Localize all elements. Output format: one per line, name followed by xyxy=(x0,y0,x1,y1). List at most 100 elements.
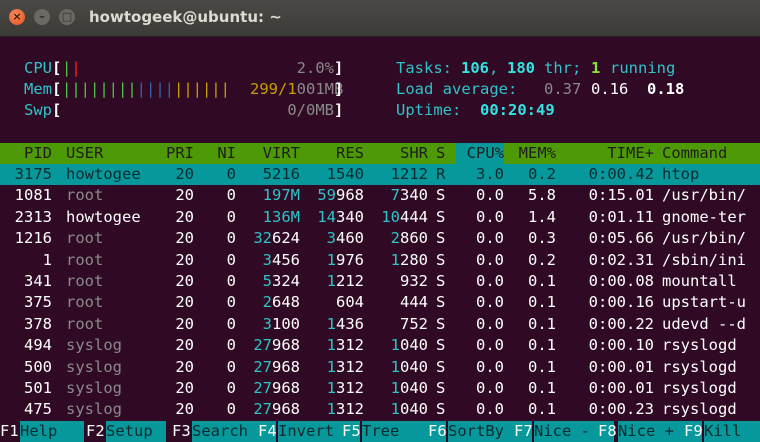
process-row[interactable]: 475 syslog 20 0 27968 1312 1040 S 0.0 0.1 0:00.23 r… xyxy=(0,399,760,420)
process-mem: 0.3 xyxy=(528,229,556,248)
process-mem: 0.1 xyxy=(528,314,556,333)
process-time: 0:15.01 xyxy=(588,186,654,205)
process-row[interactable]: 378 root 20 0 3100 1436 752 S 0.0 0.1 0:00.22 udevd… xyxy=(0,314,760,335)
column-header-ni[interactable]: NI xyxy=(200,143,236,164)
process-row[interactable]: 341 root 20 0 5324 1212 932 S 0.0 0.1 0:00.08 mount… xyxy=(0,271,760,292)
process-row[interactable]: 500 syslog 20 0 27968 1312 1040 S 0.0 0.1 0:00.01 r… xyxy=(0,357,760,378)
process-shr: 1040 xyxy=(390,336,428,355)
process-shr: 444 xyxy=(400,293,428,312)
process-time: 0:00.01 xyxy=(588,357,654,376)
process-ni: 0 xyxy=(226,207,236,226)
column-header-cmd[interactable]: Command xyxy=(662,143,760,164)
process-pri: 20 xyxy=(175,314,194,333)
terminal-window: × – □ howtogeek@ubuntu: ~ CPU [ || 2.0% … xyxy=(0,0,760,442)
process-cpu: 0.0 xyxy=(476,314,504,333)
close-button[interactable]: × xyxy=(9,9,25,25)
process-shr: 932 xyxy=(400,272,428,290)
process-pid: 1 xyxy=(42,250,52,269)
column-header-virt[interactable]: VIRT xyxy=(240,143,300,164)
minimize-icon: – xyxy=(39,10,45,23)
maximize-button[interactable]: □ xyxy=(59,9,75,25)
process-pri: 20 xyxy=(175,293,194,312)
fkey-label-f2[interactable]: Setup xyxy=(106,421,166,442)
fkey-f8[interactable]: F8 xyxy=(598,421,617,442)
process-mem: 0.2 xyxy=(528,250,556,269)
minimize-button[interactable]: – xyxy=(34,9,50,25)
process-pri: 20 xyxy=(175,379,194,397)
process-row[interactable]: 1216 root 20 0 32624 3460 2860 S 0.0 0.3 0:05.66/u… xyxy=(0,228,760,249)
column-header-res[interactable]: RES xyxy=(300,143,364,164)
process-mem: 0.1 xyxy=(528,400,556,419)
process-row[interactable]: 1 root 20 0 3456 1976 1280 S 0.0 0.2 0:02.31/sbin/… xyxy=(0,250,760,271)
process-res: 3460 xyxy=(326,229,364,248)
window-title: howtogeek@ubuntu: ~ xyxy=(89,8,282,26)
process-res: 1976 xyxy=(326,250,364,269)
process-virt: 27968 xyxy=(253,379,300,397)
process-pid: 1081 xyxy=(14,186,52,205)
process-row[interactable]: 1081 root 20 0 197M 59968 7340 S 0.0 5.8 0:15.01/u… xyxy=(0,185,760,206)
column-header-mem[interactable]: MEM% xyxy=(512,143,556,164)
function-key-bar: F1 Help F2 Setup F3 Search F4 Invert F5 Tree F6 Sor… xyxy=(0,421,760,442)
process-pid: 500 xyxy=(24,357,52,376)
process-row[interactable]: 3175 howtogee 20 0 5216 1540 1212 R 3.0 0.2 0:00.4… xyxy=(0,164,760,185)
process-row[interactable]: 2313 howtogee 20 0 136M 14340 10444 S 0.0 1.4 0:01… xyxy=(0,207,760,228)
process-res: 14340 xyxy=(317,207,364,226)
process-pid: 2313 xyxy=(14,207,52,226)
fkey-label-f9[interactable]: Kill xyxy=(704,421,760,442)
process-pid: 3175 xyxy=(14,165,52,183)
fkey-f4[interactable]: F4 xyxy=(258,421,277,442)
process-shr: 752 xyxy=(400,314,428,333)
mem-label: Mem xyxy=(24,80,52,98)
process-cpu: 0.0 xyxy=(476,272,504,290)
column-header: PID USER PRI NI VIRT RES SHR S CPU% MEM% TIME+ Comm… xyxy=(0,143,760,164)
process-virt: 197M xyxy=(262,186,300,205)
column-header-shr[interactable]: SHR xyxy=(360,143,428,164)
fkey-f9[interactable]: F9 xyxy=(684,421,703,442)
process-cpu: 0.0 xyxy=(476,293,504,312)
process-res: 604 xyxy=(336,293,364,312)
column-header-cpu[interactable]: CPU% xyxy=(456,143,504,164)
process-s: S xyxy=(436,229,446,248)
fkey-f1[interactable]: F1 xyxy=(0,421,19,442)
fkey-f2[interactable]: F2 xyxy=(86,421,105,442)
fkey-label-f1[interactable]: Help xyxy=(20,421,84,442)
process-ni: 0 xyxy=(226,293,236,312)
process-time: 0:00.16 xyxy=(588,293,654,312)
process-shr: 2860 xyxy=(390,229,428,248)
process-cpu: 0.0 xyxy=(476,250,504,269)
uptime: Uptime: 00:20:49 xyxy=(396,101,555,119)
process-row[interactable]: 375 root 20 0 2648 604 444 S 0.0 0.1 0:00.16 upstar… xyxy=(0,292,760,313)
process-time: 0:00.22 xyxy=(588,314,654,333)
fkey-f7[interactable]: F7 xyxy=(514,421,533,442)
process-res: 1312 xyxy=(326,357,364,376)
process-pri: 20 xyxy=(175,357,194,376)
process-pid: 494 xyxy=(24,336,52,355)
process-cmd: rsyslogd xyxy=(662,336,737,355)
process-time: 0:00.42 xyxy=(588,165,654,183)
process-res: 1540 xyxy=(326,165,364,183)
column-header-s[interactable]: S xyxy=(436,143,450,164)
process-s: S xyxy=(436,314,446,333)
process-res: 1312 xyxy=(326,336,364,355)
column-header-time[interactable]: TIME+ xyxy=(566,143,654,164)
title-bar[interactable]: × – □ howtogeek@ubuntu: ~ xyxy=(0,0,760,37)
process-s: R xyxy=(436,165,446,183)
fkey-f3[interactable]: F3 xyxy=(172,421,191,442)
process-ni: 0 xyxy=(226,357,236,376)
process-row[interactable]: 501 syslog 20 0 27968 1312 1040 S 0.0 0.1 0:00.01 r… xyxy=(0,378,760,399)
process-pid: 378 xyxy=(24,314,52,333)
process-res: 1312 xyxy=(326,379,364,397)
process-s: S xyxy=(436,336,446,355)
htop-screen[interactable]: CPU [ || 2.0% ] Mem [ ||||||||||||||||||… xyxy=(0,37,760,442)
fkey-f5[interactable]: F5 xyxy=(342,421,361,442)
fkey-f6[interactable]: F6 xyxy=(428,421,447,442)
process-ni: 0 xyxy=(226,400,236,419)
process-row[interactable]: 494 syslog 20 0 27968 1312 1040 S 0.0 0.1 0:00.10 r… xyxy=(0,335,760,356)
process-ni: 0 xyxy=(226,314,236,333)
column-header-pri[interactable]: PRI xyxy=(150,143,194,164)
running-count: 1 xyxy=(591,59,601,77)
column-header-pid[interactable]: PID xyxy=(0,143,52,164)
process-virt: 136M xyxy=(262,207,300,226)
threads-count: 180 xyxy=(507,59,535,77)
tasks-count: 106 xyxy=(461,59,489,77)
